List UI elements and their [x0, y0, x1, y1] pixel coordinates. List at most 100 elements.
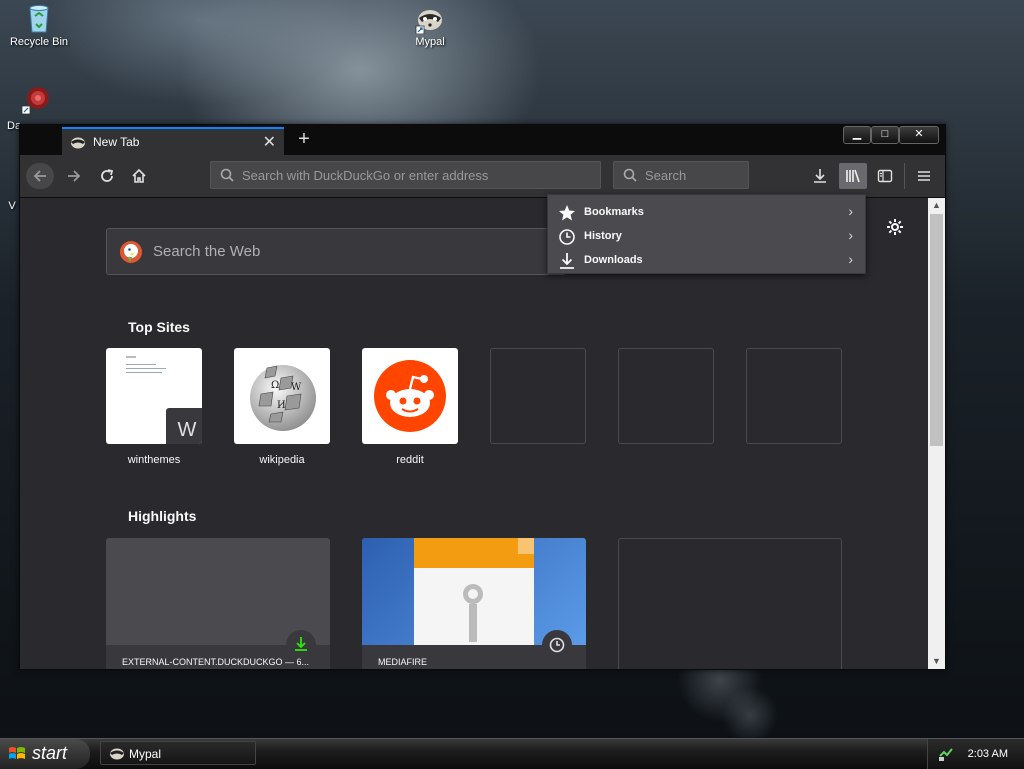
new-tab-button[interactable]: +	[292, 127, 316, 151]
desktop-icon-da[interactable]: Da	[4, 84, 49, 132]
desktop-icon-recycle-bin[interactable]: Recycle Bin	[4, 2, 74, 48]
web-search-box[interactable]: Search the Web	[106, 228, 566, 275]
svg-text:W: W	[291, 382, 302, 393]
gear-icon[interactable]	[886, 218, 904, 241]
tab-title: New Tab	[93, 135, 140, 149]
menu-item-label: Bookmarks	[584, 206, 644, 218]
raccoon-icon	[70, 135, 86, 152]
forward-button[interactable]	[60, 163, 88, 189]
menu-button[interactable]	[910, 163, 938, 189]
library-icon	[846, 169, 860, 183]
highlight-card[interactable]: MEDIAFIRE	[362, 538, 586, 669]
history-badge	[542, 630, 572, 660]
chevron-right-icon: ›	[848, 251, 853, 267]
menu-item-label: History	[584, 230, 622, 242]
back-button[interactable]	[26, 163, 54, 189]
address-placeholder: Search with DuckDuckGo or enter address	[242, 168, 489, 183]
highlight-label: MEDIAFIRE	[378, 657, 428, 667]
search-placeholder: Search	[645, 168, 687, 183]
taskbar: start Mypal 2:03 AM	[0, 738, 1024, 769]
address-bar[interactable]: Search with DuckDuckGo or enter address	[210, 161, 601, 189]
desktop-icon-label: V	[8, 200, 16, 212]
download-icon	[560, 253, 574, 269]
top-site-label: winthemes	[127, 454, 181, 466]
menu-item-label: Downloads	[584, 254, 643, 266]
desktop-icon-label: Mypal	[415, 36, 445, 48]
menu-item-bookmarks[interactable]: Bookmarks ›	[548, 200, 865, 224]
download-badge	[286, 630, 316, 660]
highlights-title: Highlights	[128, 508, 197, 524]
top-site-empty[interactable]	[618, 348, 714, 444]
highlight-label: EXTERNAL-CONTENT.DUCKDUCKGO — 6...	[122, 657, 310, 667]
hamburger-icon	[918, 171, 930, 181]
clock-icon	[559, 229, 575, 245]
search-bar[interactable]: Search	[613, 161, 749, 189]
clock: 2:03 AM	[967, 748, 1008, 760]
star-icon	[559, 205, 575, 221]
download-icon	[814, 169, 826, 183]
recycle-bin-icon	[23, 2, 55, 34]
reload-button[interactable]	[93, 163, 121, 189]
scroll-down-icon[interactable]: ▼	[928, 654, 945, 669]
app-icon	[21, 84, 54, 116]
scroll-up-icon[interactable]: ▲	[928, 198, 945, 213]
top-site-label: wikipedia	[259, 454, 305, 466]
system-tray: 2:03 AM	[927, 739, 1024, 769]
start-label: start	[32, 743, 68, 763]
highlight-empty[interactable]	[618, 538, 842, 669]
highlight-thumbnail	[362, 538, 586, 645]
menu-item-downloads[interactable]: Downloads ›	[548, 248, 865, 272]
taskbar-item-mypal[interactable]: Mypal	[100, 741, 256, 765]
chevron-right-icon: ›	[848, 227, 853, 243]
clock-icon	[549, 637, 565, 653]
top-site-reddit[interactable]	[362, 348, 458, 444]
site-thumbnail	[126, 356, 176, 386]
minimize-button[interactable]: ▁	[843, 126, 871, 144]
windows-logo-icon	[9, 747, 25, 759]
search-icon	[220, 168, 234, 182]
highlight-card[interactable]: EXTERNAL-CONTENT.DUCKDUCKGO — 6...	[106, 538, 330, 669]
svg-text:И: И	[277, 400, 286, 411]
raccoon-icon	[414, 2, 446, 35]
start-button[interactable]: start	[0, 739, 90, 769]
site-letter-badge: W	[166, 408, 202, 444]
raccoon-icon	[110, 748, 124, 760]
downloads-button[interactable]	[806, 163, 834, 189]
sidebar-button[interactable]	[871, 163, 899, 189]
scroll-thumb[interactable]	[930, 214, 943, 446]
chevron-right-icon: ›	[848, 203, 853, 219]
search-icon	[623, 168, 637, 182]
desktop-icon-mypal[interactable]: Mypal	[395, 2, 465, 48]
home-button[interactable]	[125, 163, 153, 189]
toolbar-separator	[904, 163, 905, 189]
navigation-toolbar: Search with DuckDuckGo or enter address …	[20, 155, 945, 198]
home-icon	[132, 168, 146, 183]
maximize-button[interactable]: □	[871, 126, 899, 144]
tab-bar: New Tab ✕ + ▁ □ ✕	[20, 125, 945, 155]
svg-text:Ω: Ω	[271, 380, 279, 391]
desktop-icon-label: Recycle Bin	[9, 36, 69, 48]
download-icon	[295, 637, 307, 651]
sidebar-icon	[877, 169, 893, 183]
web-search-placeholder: Search the Web	[153, 243, 261, 260]
vertical-scrollbar[interactable]: ▲ ▼	[928, 198, 945, 669]
window-close-button[interactable]: ✕	[899, 126, 939, 144]
arrow-left-icon	[33, 170, 46, 182]
tab-new-tab[interactable]: New Tab ✕	[62, 127, 284, 155]
library-button[interactable]	[839, 163, 867, 189]
top-site-empty[interactable]	[746, 348, 842, 444]
menu-item-history[interactable]: History ›	[548, 224, 865, 248]
taskbar-item-label: Mypal	[129, 747, 162, 761]
library-menu: Bookmarks › History › Downloads ›	[547, 194, 866, 274]
zip-icon	[463, 584, 483, 642]
reload-icon	[101, 169, 114, 182]
top-site-wikipedia[interactable]: Ω W И	[234, 348, 330, 444]
desktop-icon-v[interactable]: V	[6, 200, 18, 212]
wikipedia-icon: Ω W И	[250, 365, 316, 431]
duckduckgo-icon	[120, 241, 142, 263]
network-icon	[939, 748, 953, 761]
top-site-empty[interactable]	[490, 348, 586, 444]
top-site-winthemes[interactable]: W	[106, 348, 202, 444]
top-sites-title: Top Sites	[128, 319, 190, 335]
close-icon[interactable]: ✕	[263, 132, 276, 152]
